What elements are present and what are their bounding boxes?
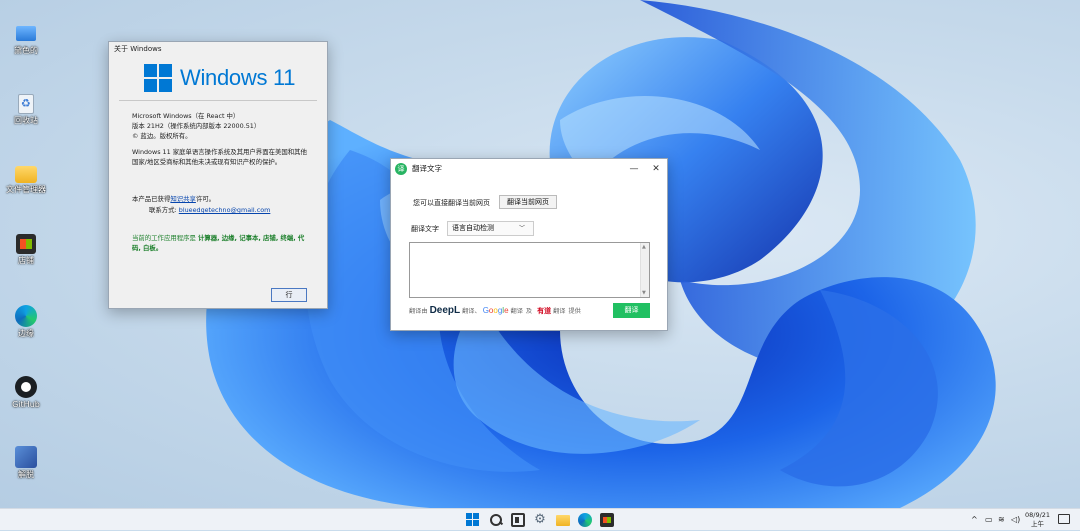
translate-logo-icon: 译 [395, 163, 407, 175]
direct-translate-label: 您可以直接翻译当前网页 [413, 199, 490, 207]
translate-title: 翻译文字 [412, 164, 442, 173]
about-line-1: Microsoft Windows（在 React 中） [132, 112, 240, 120]
footer-mid-2: 翻译 [510, 308, 523, 315]
unzip-icon [15, 446, 37, 468]
translate-window: 译 翻译文字 — ✕ 您可以直接翻译当前网页 翻译当前网页 翻译文字 语言自动检… [390, 158, 668, 331]
volume-icon[interactable]: ◁) [1011, 509, 1020, 531]
license-prefix: 本产品已获得 [132, 195, 171, 203]
about-divider [119, 100, 317, 101]
battery-icon[interactable]: ▭ [985, 509, 993, 531]
computer-icon [16, 26, 36, 41]
taskbar: ⚙ ^ ▭ ≋ ◁) 08/9/21 上午 [0, 508, 1080, 530]
contact-email-link[interactable]: blueedgetechno@gmail.com [179, 206, 271, 214]
translate-button[interactable]: 翻译 [613, 303, 650, 318]
notification-icon[interactable] [1058, 514, 1070, 524]
about-line-2: 版本 21H2（操作系统内部版本 22000.51） [132, 122, 261, 130]
recycle-bin-icon [18, 94, 34, 114]
google-logo: Google [483, 306, 509, 315]
about-contact: 联系方式: blueedgetechno@gmail.com [149, 205, 327, 215]
desktop-icon-label: 黛色的 [14, 46, 38, 55]
chevron-down-icon: ﹀ [518, 225, 525, 232]
clock[interactable]: 08/9/21 上午 [1025, 511, 1050, 529]
about-windows-window: 关于 Windows Windows 11 Microsoft Windows（… [108, 41, 328, 309]
textarea-scrollbar[interactable] [640, 243, 649, 297]
desktop-icon-label: 解脱 [18, 470, 34, 479]
close-button[interactable]: ✕ [645, 159, 667, 179]
about-titlebar[interactable]: 关于 Windows [109, 42, 327, 56]
edge-icon[interactable] [578, 513, 592, 527]
about-paragraph: Windows 11 家庭单语言操作系统及其用户界面在美国和其他国家/地区受商标… [132, 148, 307, 166]
footer-mid-3: 翻译 [553, 308, 566, 315]
license-suffix: 许可。 [195, 195, 216, 203]
contact-label: 联系方式: [149, 206, 177, 214]
desktop-icon-label: 店铺 [18, 256, 34, 265]
about-license: 本产品已获得知识共享许可。 [132, 194, 310, 204]
github-icon [15, 376, 37, 398]
desktop-icon-label: 边缘 [18, 329, 34, 338]
desktop-icon-github[interactable]: GitHub [4, 376, 48, 410]
about-title: 关于 Windows [114, 45, 162, 53]
language-select-value: 语言自动检测 [452, 224, 494, 232]
translate-page-button[interactable]: 翻译当前网页 [499, 195, 557, 209]
desktop-icon-recycle-bin[interactable]: 回收站 [4, 94, 48, 126]
desktop-icon-store[interactable]: 店铺 [4, 234, 48, 266]
desktop-icon-edge[interactable]: 边缘 [4, 305, 48, 339]
start-icon[interactable] [466, 513, 480, 527]
windows-logo-icon [144, 64, 172, 92]
desktop-icon-label: 回收站 [14, 116, 38, 125]
desktop-icon-label: GitHub [12, 400, 40, 409]
apps-prefix: 当前的工作应用程序是 [132, 234, 196, 242]
about-apps: 当前的工作应用程序是 计算器, 边缘, 记事本, 店铺, 终端, 代码, 白板。 [132, 233, 310, 253]
windows-logo: Windows 11 [144, 64, 296, 92]
tray-chevron-icon[interactable]: ^ [971, 509, 978, 531]
desktop-icon-unzip[interactable]: 解脱 [4, 446, 48, 480]
desktop: 黛色的 回收站 文件管理器 店铺 边缘 GitHub 解脱 关于 Windows… [0, 0, 1080, 508]
search-icon[interactable] [489, 513, 503, 527]
footer-and: 及 [525, 308, 533, 315]
edge-icon [15, 305, 37, 327]
desktop-icon-file-explorer[interactable]: 文件管理器 [4, 163, 48, 195]
deepl-logo: DeepL [429, 305, 461, 316]
desktop-icon-computer[interactable]: 黛色的 [4, 22, 48, 56]
google-letter: e [504, 306, 509, 315]
translate-titlebar[interactable]: 译 翻译文字 — ✕ [391, 159, 667, 179]
minimize-button[interactable]: — [623, 159, 645, 179]
file-explorer-icon[interactable] [556, 515, 570, 526]
translate-textarea[interactable] [409, 242, 650, 298]
settings-icon[interactable]: ⚙ [533, 513, 547, 527]
clock-date: 08/9/21 [1025, 511, 1051, 519]
footer-mid-1: 翻译、 [462, 308, 481, 315]
ok-button[interactable]: 行 [271, 288, 307, 302]
task-view-icon[interactable] [511, 513, 525, 527]
store-icon [16, 234, 36, 254]
license-link[interactable]: 知识共享 [170, 195, 196, 203]
translate-footer: 翻译由 DeepL 翻译、 Google 翻译 及 有道 翻译 提供 [409, 305, 581, 316]
footer-suffix: 提供 [568, 308, 581, 315]
youdao-logo: 有道 [537, 306, 552, 315]
folder-icon [15, 166, 37, 183]
about-line-3: © 蓝边。版权所有。 [132, 132, 192, 140]
store-icon[interactable] [600, 513, 614, 527]
wifi-icon[interactable]: ≋ [998, 509, 1005, 531]
clock-time: 上午 [1031, 520, 1045, 528]
desktop-icon-label: 文件管理器 [6, 185, 46, 194]
windows-logo-text: Windows 11 [180, 65, 296, 90]
translate-text-label: 翻译文字 [411, 225, 439, 233]
footer-prefix: 翻译由 [409, 308, 428, 315]
window-controls: — ✕ [623, 159, 667, 179]
language-select[interactable]: 语言自动检测 ﹀ [447, 221, 534, 236]
